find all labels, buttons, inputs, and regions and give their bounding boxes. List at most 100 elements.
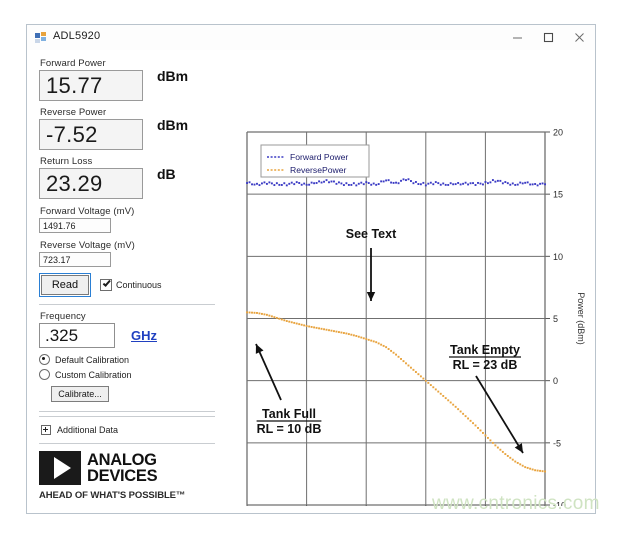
- data-point: [330, 329, 333, 332]
- data-point: [285, 320, 288, 322]
- close-icon[interactable]: [564, 25, 595, 50]
- checkbox-icon[interactable]: [100, 279, 112, 291]
- data-point: [246, 311, 248, 314]
- watermark: www.cntronics.com: [432, 493, 600, 514]
- return-loss-label: Return Loss: [40, 156, 93, 167]
- data-point: [464, 181, 467, 184]
- brand-name: ANALOG DEVICES: [87, 452, 158, 485]
- custom-calibration-radio[interactable]: Custom Calibration: [39, 369, 215, 380]
- frequency-label: Frequency: [40, 311, 86, 322]
- data-point: [474, 424, 477, 427]
- data-point: [422, 377, 425, 380]
- data-point: [414, 371, 417, 373]
- data-point: [318, 327, 321, 330]
- data-point: [265, 313, 268, 316]
- data-point: [390, 349, 393, 352]
- custom-calibration-label: Custom Calibration: [55, 369, 132, 380]
- data-point: [454, 405, 457, 408]
- data-point: [248, 181, 251, 184]
- data-point: [325, 328, 328, 331]
- data-point: [457, 408, 460, 411]
- data-point: [467, 417, 470, 420]
- data-point: [342, 184, 345, 187]
- data-point: [405, 362, 407, 365]
- data-point: [442, 394, 445, 397]
- y-tick-label: 0: [553, 376, 558, 386]
- data-point: [400, 179, 402, 182]
- analog-devices-mark-icon: [39, 451, 81, 485]
- title-bar: ADL5920: [27, 25, 595, 51]
- data-point: [459, 410, 462, 413]
- data-point: [531, 183, 534, 186]
- data-point: [539, 182, 542, 185]
- y-tick-label: -5: [553, 438, 561, 448]
- data-point: [504, 453, 507, 456]
- data-point: [251, 183, 253, 186]
- data-point: [256, 182, 258, 185]
- data-point: [347, 183, 350, 186]
- arrow-tank-empty: [475, 375, 524, 454]
- data-point: [407, 364, 410, 367]
- data-point: [541, 470, 544, 473]
- data-point: [283, 319, 286, 322]
- data-point: [526, 466, 529, 469]
- frequency-unit-link[interactable]: GHz: [131, 328, 157, 343]
- data-point: [370, 339, 373, 342]
- maximize-icon[interactable]: [533, 25, 564, 50]
- data-point: [248, 311, 251, 314]
- data-point: [536, 184, 539, 187]
- data-point: [288, 182, 291, 185]
- data-point: [333, 180, 335, 183]
- data-point: [320, 181, 323, 184]
- data-point: [345, 182, 348, 185]
- data-point: [400, 358, 402, 360]
- data-point: [479, 429, 482, 432]
- data-point: [268, 314, 271, 317]
- data-point: [340, 182, 343, 185]
- data-point: [352, 182, 355, 185]
- data-point: [382, 180, 385, 183]
- frequency-input[interactable]: .325: [39, 323, 115, 348]
- additional-data-label: Additional Data: [57, 425, 119, 435]
- data-point: [258, 184, 261, 187]
- data-point: [486, 182, 489, 185]
- data-point: [345, 332, 348, 335]
- data-point: [328, 329, 330, 332]
- expand-plus-icon[interactable]: [41, 425, 51, 435]
- calibrate-button[interactable]: Calibrate...: [51, 386, 109, 402]
- default-calibration-radio[interactable]: Default Calibration: [39, 354, 215, 365]
- data-point: [315, 182, 318, 184]
- data-point: [434, 388, 437, 391]
- data-point: [323, 180, 325, 183]
- continuous-checkbox[interactable]: Continuous: [100, 279, 162, 291]
- data-point: [315, 326, 318, 329]
- reverse-power-label: Reverse Power: [40, 107, 107, 118]
- default-calibration-label: Default Calibration: [55, 354, 130, 365]
- data-point: [469, 419, 472, 422]
- data-point: [293, 183, 296, 186]
- data-point: [325, 179, 328, 182]
- data-point: [407, 178, 410, 181]
- annotation-line-1: Tank Empty: [450, 343, 520, 357]
- radio-selected-icon[interactable]: [39, 354, 50, 365]
- continuous-label: Continuous: [116, 280, 162, 290]
- data-point: [454, 183, 457, 186]
- data-point: [449, 182, 452, 185]
- data-point: [253, 183, 256, 186]
- divider-2: [39, 411, 215, 412]
- data-point: [263, 313, 266, 316]
- additional-data-expander[interactable]: Additional Data: [41, 425, 215, 435]
- data-point: [251, 311, 253, 314]
- power-vs-time-chart: 20151050-5-1060483624120Elapsed Time (s)…: [246, 128, 585, 506]
- data-point: [270, 182, 273, 185]
- data-point: [486, 436, 489, 439]
- data-point: [514, 460, 517, 463]
- data-point: [521, 464, 524, 467]
- data-point: [355, 184, 358, 187]
- read-button[interactable]: Read: [39, 273, 91, 297]
- app-window: ADL5920 Forward Power 15.77 dBm Reverse …: [26, 24, 598, 516]
- divider-3: [39, 416, 215, 417]
- radio-unselected-icon[interactable]: [39, 369, 50, 380]
- y-tick-label: 20: [553, 128, 563, 138]
- data-point: [263, 181, 266, 184]
